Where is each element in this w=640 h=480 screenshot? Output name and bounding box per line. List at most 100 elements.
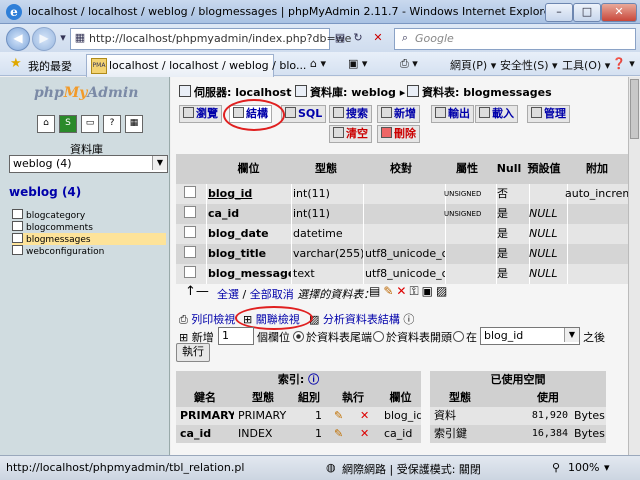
- row-checkbox[interactable]: [184, 246, 196, 258]
- table-icon[interactable]: [12, 221, 23, 231]
- compat-view-icon[interactable]: ▤: [332, 30, 348, 46]
- row-checkbox[interactable]: [184, 226, 196, 238]
- back-button[interactable]: ◀: [6, 27, 30, 51]
- add-field-count-input[interactable]: 1: [218, 327, 254, 345]
- url-field[interactable]: ▦ http://localhost/phpmyadmin/index.php?…: [70, 28, 351, 50]
- internet-zone-icon: ◍: [326, 461, 336, 474]
- edit-selected-icon[interactable]: ✎: [383, 284, 396, 298]
- breadcrumb-table[interactable]: 資料表: blogmessages: [407, 84, 552, 100]
- print-view-link[interactable]: ⎙ 列印檢視: [179, 311, 235, 327]
- zoom-dropdown-icon[interactable]: ▾: [604, 461, 610, 474]
- sql-query-icon[interactable]: S: [59, 115, 77, 133]
- delete-icon[interactable]: ✕: [360, 407, 376, 425]
- tab-sql[interactable]: SQL: [281, 105, 327, 123]
- go-button[interactable]: 執行: [176, 343, 210, 362]
- radio-icon[interactable]: [453, 331, 464, 342]
- delete-icon[interactable]: ✕: [360, 425, 376, 443]
- feeds-icon[interactable]: ▣ ▾: [348, 57, 367, 70]
- position-end-radio[interactable]: 於資料表尾端: [291, 329, 372, 345]
- scrollbar-thumb[interactable]: [630, 79, 639, 139]
- table-item-blogcategory[interactable]: blogcategory: [12, 209, 166, 221]
- tab-browse[interactable]: 瀏覽: [179, 105, 222, 123]
- history-dropdown-icon[interactable]: ▾: [55, 30, 71, 46]
- radio-icon[interactable]: [373, 331, 384, 342]
- propose-structure-label[interactable]: 分析資料表結構: [323, 313, 400, 326]
- table-item-blogmessages[interactable]: blogmessages: [12, 233, 166, 245]
- database-heading[interactable]: weblog (4): [9, 185, 81, 199]
- status-zone[interactable]: 網際網路 | 受保護模式: 關閉: [342, 461, 481, 477]
- breadcrumb-table-label[interactable]: 資料表: blogmessages: [422, 86, 552, 99]
- database-select[interactable]: weblog (4) ▼: [9, 155, 168, 173]
- breadcrumb-database[interactable]: 資料庫: weblog ▸: [295, 84, 405, 100]
- docs-icon[interactable]: ?: [103, 115, 121, 133]
- radio-selected-icon[interactable]: [293, 331, 304, 342]
- safety-menu[interactable]: 安全性(S) ▾: [500, 57, 558, 73]
- page-menu[interactable]: 網頁(P) ▾: [450, 57, 496, 73]
- index-keyname: ca_id: [180, 427, 212, 440]
- phpmyadmin-logo[interactable]: phpMyAdmin: [34, 85, 138, 101]
- row-checkbox[interactable]: [184, 266, 196, 278]
- tab-drop[interactable]: 刪除: [377, 125, 420, 143]
- print-view-label[interactable]: 列印檢視: [191, 313, 235, 326]
- tab-export-label: 輸出: [448, 107, 470, 120]
- table-name[interactable]: webconfiguration: [26, 247, 104, 257]
- print-icon[interactable]: ⎙ ▾: [400, 57, 418, 71]
- breadcrumb-server-label[interactable]: 伺服器: localhost: [194, 86, 291, 99]
- browser-tab[interactable]: PMA localhost / localhost / weblog / blo…: [86, 54, 306, 77]
- close-button[interactable]: ✕: [601, 3, 637, 22]
- unique-icon[interactable]: ▨: [436, 284, 450, 298]
- position-after-radio[interactable]: 在: [451, 329, 477, 345]
- home-icon[interactable]: ⌂ ▾: [310, 57, 326, 70]
- col-collation: 校對: [390, 162, 412, 175]
- table-name[interactable]: blogcategory: [26, 211, 85, 221]
- query-window-icon[interactable]: ▭: [81, 115, 99, 133]
- search-input[interactable]: ⌕ Google: [394, 28, 636, 50]
- deselect-all-link[interactable]: 全部取消: [250, 288, 294, 301]
- table-name[interactable]: blogcomments: [26, 223, 93, 233]
- primary-key-icon[interactable]: ⚿: [409, 284, 421, 298]
- stop-icon[interactable]: ✕: [370, 30, 386, 46]
- table-name[interactable]: blogmessages: [26, 235, 91, 245]
- row-checkbox[interactable]: [184, 186, 196, 198]
- tab-operations[interactable]: 管理: [527, 105, 570, 123]
- tab-export[interactable]: 輸出: [431, 105, 474, 123]
- minimize-button[interactable]: –: [545, 3, 573, 22]
- edit-icon[interactable]: ✎: [334, 425, 350, 443]
- propose-structure-link[interactable]: ▨ 分析資料表結構 ⓘ: [309, 311, 414, 327]
- help-menu[interactable]: ❓ ▾: [612, 57, 635, 70]
- tab-empty-label: 清空: [346, 127, 368, 140]
- forward-button[interactable]: ▶: [32, 27, 56, 51]
- browse-selected-icon[interactable]: ▤: [369, 284, 383, 298]
- breadcrumb-server[interactable]: 伺服器: localhost ▸: [179, 84, 301, 100]
- tab-empty[interactable]: 清空: [329, 125, 372, 143]
- favorites-star-icon[interactable]: ★: [10, 56, 22, 71]
- position-beginning-radio[interactable]: 於資料表開頭: [371, 329, 452, 345]
- maximize-button[interactable]: □: [573, 3, 601, 22]
- table-icon[interactable]: [12, 233, 23, 243]
- table-item-blogcomments[interactable]: blogcomments: [12, 221, 166, 233]
- zoom-level[interactable]: 100%: [568, 461, 599, 474]
- select-all-link[interactable]: 全選: [217, 288, 239, 301]
- drop-selected-icon[interactable]: ✕: [396, 284, 409, 298]
- tab-insert[interactable]: 新增: [377, 105, 420, 123]
- main-scrollbar[interactable]: [628, 77, 640, 455]
- home-icon[interactable]: ⌂: [37, 115, 55, 133]
- favorites-button[interactable]: 我的最愛: [28, 58, 72, 74]
- index-icon[interactable]: ▣: [422, 284, 436, 298]
- tab-import[interactable]: 載入: [475, 105, 518, 123]
- tab-search[interactable]: 搜索: [329, 105, 372, 123]
- docs-icon[interactable]: ⓘ: [308, 373, 319, 386]
- table-icon[interactable]: [12, 209, 23, 219]
- refresh-icon[interactable]: ↻: [350, 30, 366, 46]
- docs-icon[interactable]: ⓘ: [403, 313, 414, 326]
- after-field-select[interactable]: blog_id ▼: [480, 327, 580, 345]
- table-icon[interactable]: [12, 245, 23, 255]
- sql-docs-icon[interactable]: ▦: [125, 115, 143, 133]
- breadcrumb-database-label[interactable]: 資料庫: weblog: [310, 86, 396, 99]
- index-cardinality: 1: [315, 409, 322, 422]
- table-item-webconfiguration[interactable]: webconfiguration: [12, 245, 166, 257]
- table-row: blog_message text utf8_unicode_ci 是 NULL: [176, 264, 634, 284]
- tools-menu[interactable]: 工具(O) ▾: [562, 57, 610, 73]
- edit-icon[interactable]: ✎: [334, 407, 350, 425]
- row-checkbox[interactable]: [184, 206, 196, 218]
